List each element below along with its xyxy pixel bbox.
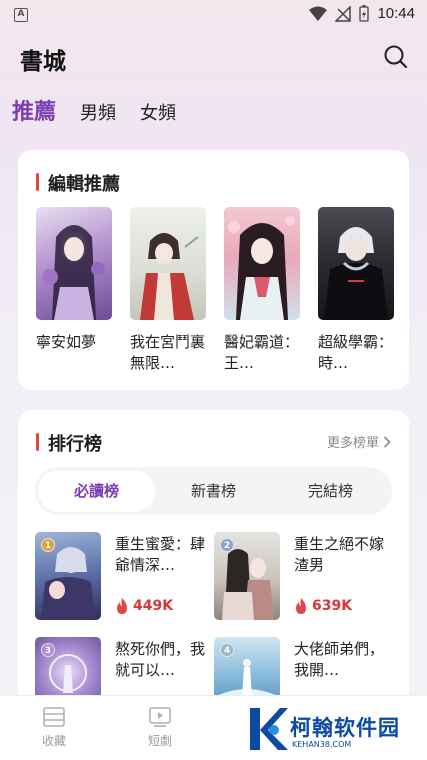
popularity-count: 449K	[133, 598, 174, 614]
popularity: 449K	[115, 598, 173, 614]
tab-female[interactable]: 女頻	[140, 99, 176, 125]
editor-picks-title: 編輯推薦	[36, 170, 120, 196]
video-icon	[149, 707, 171, 727]
tab-new-books[interactable]: 新書榜	[155, 470, 272, 512]
tab-completed[interactable]: 完結榜	[272, 470, 389, 512]
flame-icon	[296, 598, 306, 614]
bookshelf-icon	[43, 707, 65, 727]
nav-bookshelf[interactable]: 收藏	[24, 706, 84, 749]
book-title: 醫妃霸道：王…	[224, 333, 300, 372]
book-title: 超級學霸：時…	[318, 333, 394, 372]
battery-icon	[359, 5, 370, 22]
book-cover: 2	[214, 532, 280, 620]
rank-badge: 1	[41, 538, 55, 552]
category-tabs: 推薦 男頻 女頻	[12, 94, 200, 126]
book-cover	[318, 207, 394, 320]
flame-icon	[117, 598, 127, 614]
ranking-book-title: 重生蜜愛：肆爺情深…	[115, 535, 206, 574]
book-title: 我在宮鬥裏無限…	[130, 333, 206, 372]
book-cover	[36, 207, 112, 320]
page-title: 書城	[20, 49, 66, 75]
more-rankings-label: 更多榜單	[326, 436, 379, 451]
nav-short-drama[interactable]: 短劇	[130, 706, 190, 749]
watermark-text: 柯翰软件园	[290, 716, 400, 740]
rankings-title: 排行榜	[36, 430, 102, 456]
ranking-book-title: 熬死你們，我就可以…	[115, 640, 206, 679]
ranking-book-title: 大佬師弟們，我開…	[294, 640, 385, 679]
watermark-subtext: KEHAN38.COM	[292, 740, 352, 749]
popularity: 639K	[294, 598, 352, 614]
rank-badge: 2	[220, 538, 234, 552]
nav-short-drama-label: 短劇	[147, 734, 172, 748]
tab-must-read[interactable]: 必讀榜	[38, 470, 155, 512]
book-cover: 1	[35, 532, 101, 620]
book-card[interactable]: 超級學霸：時…	[318, 207, 394, 374]
nav-bookshelf-label: 收藏	[41, 734, 66, 748]
book-title: 寧安如夢	[36, 333, 97, 351]
tab-male[interactable]: 男頻	[80, 99, 116, 125]
status-bar: A 10:44	[0, 0, 427, 30]
popularity-count: 639K	[312, 598, 353, 614]
watermark: 柯翰软件园 KEHAN38.COM	[246, 702, 416, 756]
book-card[interactable]: 我在宮鬥裏無限…	[130, 207, 206, 374]
chevron-right-icon	[383, 435, 391, 448]
notification-icon: A	[14, 8, 28, 22]
ranking-book-title: 重生之絕不嫁渣男	[294, 535, 385, 574]
more-rankings-link[interactable]: 更多榜單	[327, 432, 391, 451]
ranking-item[interactable]: 1 重生蜜愛：肆爺情深… 449K	[35, 532, 210, 622]
search-icon[interactable]	[383, 44, 409, 70]
book-cover	[224, 207, 300, 320]
book-card[interactable]: 寧安如夢	[36, 207, 112, 374]
ranking-tabs: 必讀榜 新書榜 完結榜	[35, 467, 392, 515]
editor-picks-card: 編輯推薦 寧安如夢 我在宮鬥裏無限… 醫妃霸道：王… 超級學霸：時…	[18, 150, 409, 390]
rank-badge: 4	[220, 643, 234, 657]
wifi-icon	[309, 6, 328, 21]
watermark-logo	[250, 708, 288, 750]
clock: 10:44	[377, 5, 415, 22]
ranking-item[interactable]: 2 重生之絕不嫁渣男 639K	[214, 532, 389, 622]
rank-badge: 3	[41, 643, 55, 657]
book-cover	[130, 207, 206, 320]
rankings-card: 排行榜 更多榜單 必讀榜 新書榜 完結榜 1 重生蜜愛：肆爺情深… 449K 2…	[18, 410, 409, 730]
signal-icon	[335, 5, 352, 22]
tab-recommend[interactable]: 推薦	[12, 94, 56, 126]
book-card[interactable]: 醫妃霸道：王…	[224, 207, 300, 374]
